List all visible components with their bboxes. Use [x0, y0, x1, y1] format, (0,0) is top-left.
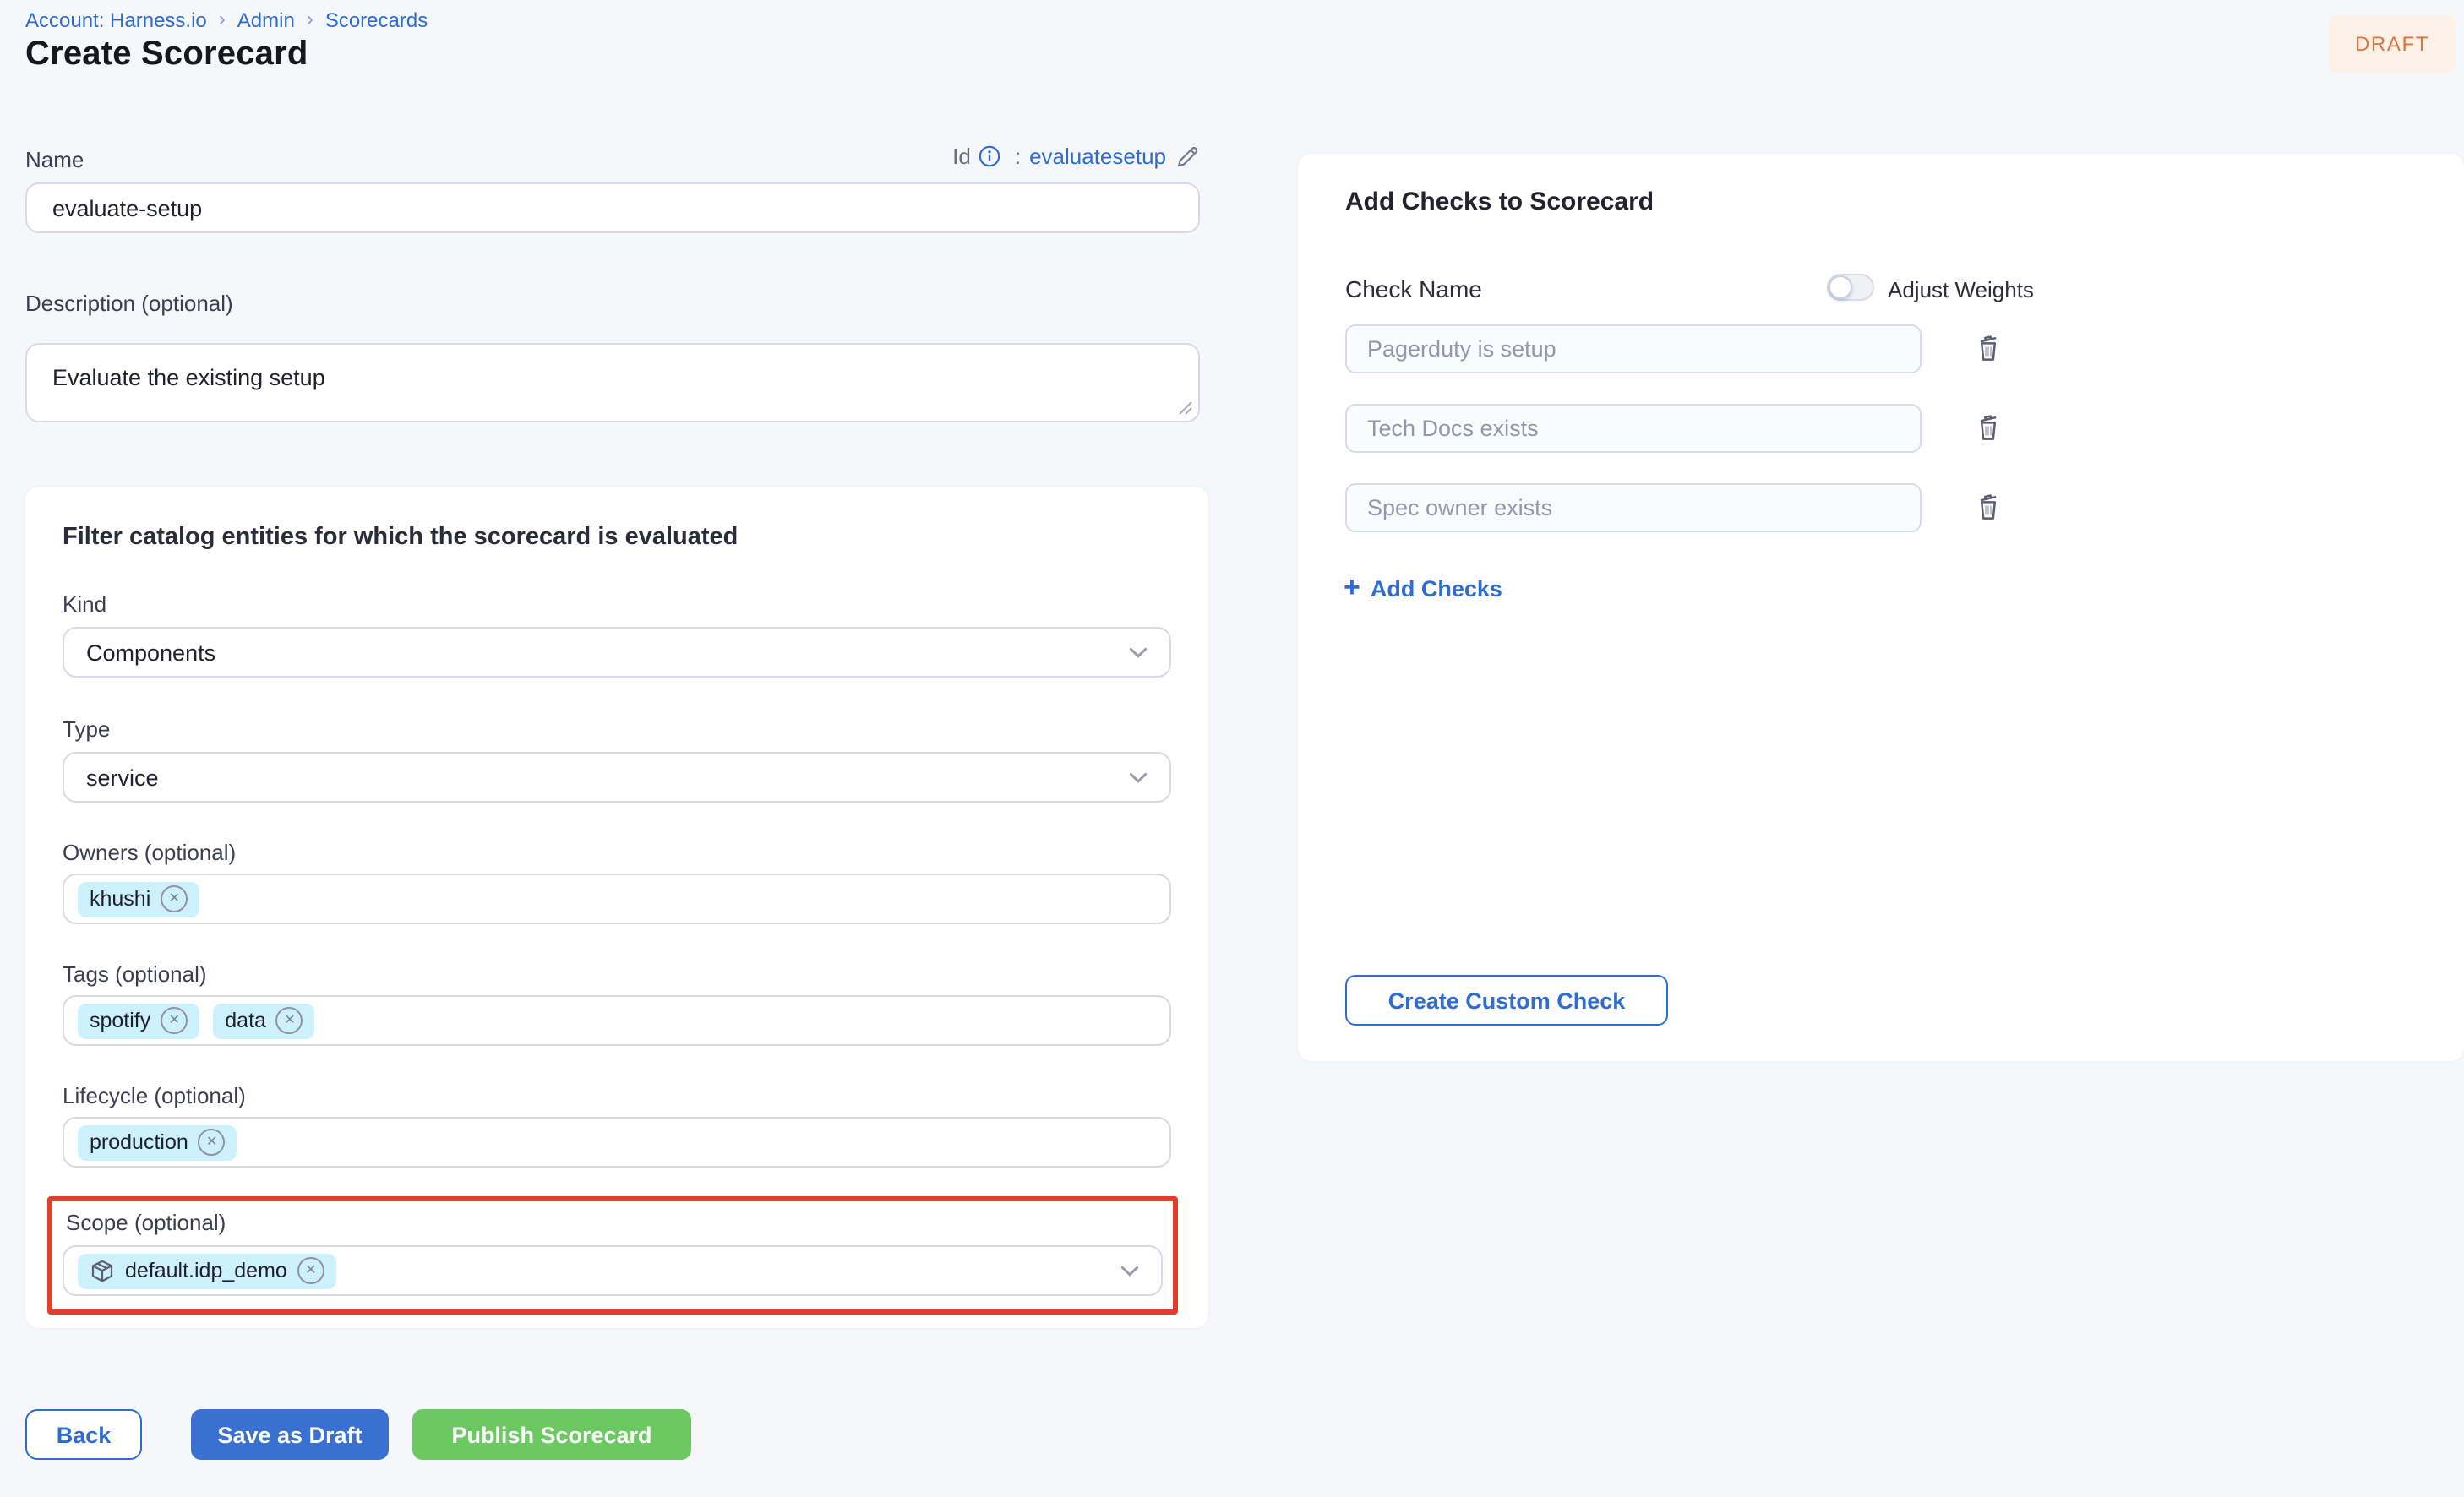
type-select-value: service — [86, 765, 159, 790]
check-name-label: Check Name — [1345, 275, 1482, 302]
remove-tag-icon[interactable]: ✕ — [161, 885, 188, 912]
back-button[interactable]: Back — [25, 1409, 142, 1460]
create-custom-check-button[interactable]: Create Custom Check — [1345, 975, 1668, 1026]
save-as-draft-button[interactable]: Save as Draft — [191, 1409, 389, 1460]
publish-scorecard-button[interactable]: Publish Scorecard — [412, 1409, 691, 1460]
description-field: Evaluate the existing setup — [25, 343, 1200, 422]
remove-tag-icon[interactable]: ✕ — [199, 1129, 226, 1156]
owners-label: Owners (optional) — [63, 840, 236, 865]
plus-icon: + — [1344, 573, 1360, 602]
breadcrumb-link-admin[interactable]: Admin — [237, 8, 295, 32]
chevron-down-icon — [1129, 646, 1148, 658]
filter-card: Filter catalog entities for which the sc… — [25, 487, 1208, 1328]
info-icon[interactable] — [979, 145, 1001, 167]
description-label: Description (optional) — [25, 291, 233, 316]
remove-tag-icon[interactable]: ✕ — [297, 1257, 324, 1284]
adjust-weights-toggle[interactable] — [1827, 274, 1874, 301]
tag-chip: production ✕ — [78, 1124, 237, 1160]
tag-label: data — [225, 1009, 266, 1032]
tags-label: Tags (optional) — [63, 961, 207, 987]
id-label: Id — [952, 144, 971, 169]
checks-panel-title: Add Checks to Scorecard — [1345, 188, 1654, 216]
adjust-weights-label: Adjust Weights — [1888, 277, 2034, 302]
trash-icon — [1973, 411, 2002, 443]
type-label: Type — [63, 716, 110, 742]
description-textarea[interactable]: Evaluate the existing setup — [25, 343, 1200, 422]
kind-select[interactable]: Components — [63, 627, 1171, 678]
tag-chip: data ✕ — [213, 1003, 315, 1038]
breadcrumb-link-account[interactable]: Account: Harness.io — [25, 8, 207, 32]
kind-select-value: Components — [86, 640, 215, 665]
id-row: Id : evaluatesetup — [25, 144, 1200, 169]
scope-label: Scope (optional) — [66, 1210, 226, 1235]
remove-tag-icon[interactable]: ✕ — [161, 1007, 188, 1034]
chevron-down-icon — [1120, 1265, 1139, 1277]
toggle-knob — [1829, 275, 1852, 299]
kind-label: Kind — [63, 591, 106, 617]
type-select[interactable]: service — [63, 752, 1171, 803]
tag-label: spotify — [90, 1009, 150, 1032]
add-checks-label: Add Checks — [1371, 576, 1502, 602]
breadcrumb: Account: Harness.io › Admin › Scorecards — [25, 8, 428, 32]
tag-chip: default.idp_demo ✕ — [78, 1253, 336, 1288]
delete-check-button[interactable] — [1969, 488, 2006, 529]
add-checks-button[interactable]: + Add Checks — [1344, 574, 1502, 603]
lifecycle-label: Lifecycle (optional) — [63, 1083, 246, 1108]
cube-icon — [90, 1258, 115, 1283]
trash-icon — [1973, 331, 2002, 363]
owners-input[interactable]: khushi ✕ — [63, 874, 1171, 924]
tag-label: default.idp_demo — [125, 1259, 287, 1282]
remove-tag-icon[interactable]: ✕ — [276, 1007, 303, 1034]
check-input[interactable] — [1345, 324, 1922, 373]
check-input[interactable] — [1345, 404, 1922, 453]
id-separator: : — [1015, 144, 1021, 169]
page: Account: Harness.io › Admin › Scorecards… — [0, 0, 2464, 1497]
tag-chip: spotify ✕ — [78, 1003, 199, 1038]
scope-select[interactable]: default.idp_demo ✕ — [63, 1245, 1163, 1296]
delete-check-button[interactable] — [1969, 409, 2006, 449]
tag-chip: khushi ✕ — [78, 881, 199, 917]
checks-panel: Add Checks to Scorecard Check Name Adjus… — [1298, 154, 2464, 1061]
chevron-down-icon — [1129, 771, 1148, 783]
lifecycle-input[interactable]: production ✕ — [63, 1117, 1171, 1168]
id-value: evaluatesetup — [1029, 144, 1166, 169]
chevron-right-icon: › — [307, 7, 313, 30]
tag-label: production — [90, 1130, 188, 1154]
name-input[interactable] — [25, 182, 1200, 233]
filter-heading: Filter catalog entities for which the sc… — [63, 524, 738, 551]
page-title: Create Scorecard — [25, 35, 308, 74]
delete-check-button[interactable] — [1969, 329, 2006, 370]
trash-icon — [1973, 490, 2002, 522]
resize-handle-icon[interactable] — [1178, 400, 1193, 416]
breadcrumb-link-scorecards[interactable]: Scorecards — [325, 8, 428, 32]
status-badge: DRAFT — [2329, 15, 2456, 73]
chevron-right-icon: › — [219, 7, 226, 30]
pencil-icon[interactable] — [1175, 144, 1200, 169]
tag-label: khushi — [90, 887, 150, 911]
tags-input[interactable]: spotify ✕ data ✕ — [63, 995, 1171, 1046]
check-input[interactable] — [1345, 483, 1922, 532]
scope-highlight-box: Scope (optional) default.idp_demo ✕ — [47, 1196, 1178, 1315]
